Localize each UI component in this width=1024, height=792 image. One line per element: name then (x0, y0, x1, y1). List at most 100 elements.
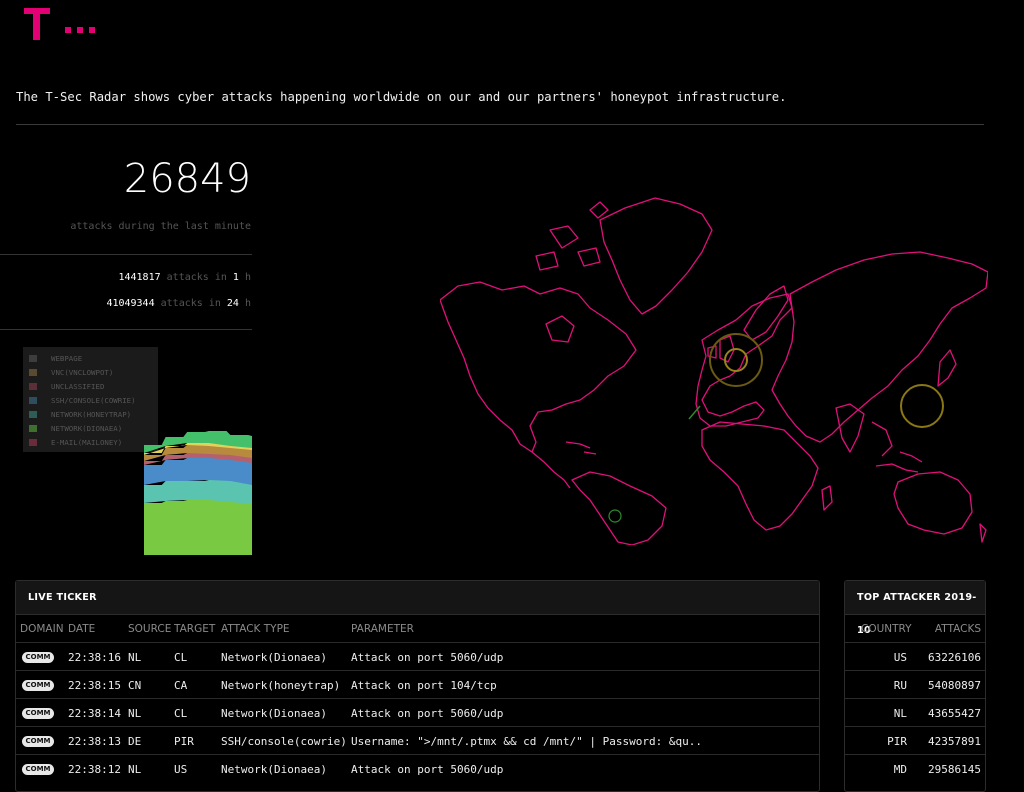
cell-source: NL (128, 763, 142, 776)
cell-parameter: Attack on port 5060/udp (351, 651, 504, 664)
attacks-last-minute-value: 26849 (123, 156, 251, 202)
column-header-date[interactable]: DATE (68, 623, 95, 635)
legend-label: WEBPAGE (51, 354, 83, 363)
attack-type-area-chart (144, 431, 252, 555)
cell-country: PIR (887, 735, 907, 748)
world-attack-map[interactable] (440, 190, 988, 545)
attack-ring-asia[interactable] (900, 384, 944, 428)
scandinavia-outline (743, 285, 789, 341)
asia-outline (771, 251, 988, 443)
cell-date: 22:38:13 (68, 735, 121, 748)
column-header-target[interactable]: TARGET (174, 623, 215, 635)
legend-item[interactable]: WEBPAGE (29, 354, 83, 363)
cell-target: PIR (174, 735, 194, 748)
column-header-country[interactable]: COUNTRY (861, 623, 912, 635)
cell-country: MD (893, 763, 907, 776)
cell-attack-type: SSH/console(cowrie) (221, 735, 347, 748)
area-series-ssh-console-cowrie-[interactable] (144, 458, 252, 485)
stat-day-value: 41049344 (106, 298, 155, 309)
table-row[interactable]: PIR 42357891 (845, 726, 985, 755)
table-row[interactable]: COMM 22:38:14 NL CL Network(Dionaea) Att… (16, 698, 819, 727)
cell-date: 22:38:12 (68, 763, 121, 776)
attack-ring-south-america[interactable] (608, 509, 622, 523)
live-ticker-panel: LIVE TICKER DOMAIN DATE SOURCE TARGET AT… (15, 580, 820, 792)
table-row[interactable]: COMM 22:38:15 CN CA Network(honeytrap) A… (16, 670, 819, 699)
table-row[interactable]: COMM 22:38:12 NL US Network(Dionaea) Att… (16, 754, 819, 783)
legend-label: SSH/CONSOLE(COWRIE) (51, 396, 136, 405)
legend-swatch (29, 425, 37, 432)
cell-parameter: Username: ">/mnt/.ptmx && cd /mnt/" | Pa… (351, 735, 702, 748)
stat-day-n: 24 (226, 298, 239, 309)
legend-item[interactable]: NETWORK(HONEYTRAP) (29, 410, 132, 419)
column-header-parameter[interactable]: PARAMETER (351, 623, 414, 635)
attack-ring-europe[interactable] (709, 333, 763, 387)
divider (0, 329, 252, 330)
top-attacker-title: TOP ATTACKER 2019-10 (845, 581, 985, 636)
attacks-last-minute-caption: attacks during the last minute (70, 221, 251, 232)
stat-row-day: 41049344 attacks in 24 h (0, 298, 251, 309)
cell-country: RU (893, 679, 907, 692)
table-row[interactable]: RU 54080897 (845, 670, 985, 699)
north-america-outline (440, 281, 637, 453)
india-outline (835, 403, 865, 453)
legend-label: E-MAIL(MAILONEY) (51, 438, 123, 447)
se-asia-outline (871, 421, 923, 473)
legend-label: NETWORK(DIONAEA) (51, 424, 123, 433)
logo-dot (77, 27, 83, 33)
cell-source: DE (128, 735, 142, 748)
legend-item[interactable]: UNCLASSIFIED (29, 382, 105, 391)
legend-item[interactable]: VNC(VNCLOWPOT) (29, 368, 113, 377)
stat-hour-n: 1 (232, 272, 239, 283)
central-america-outline (531, 441, 597, 489)
table-row[interactable]: COMM 22:38:16 NL CL Network(Dionaea) Att… (16, 642, 819, 671)
logo-dot (65, 27, 71, 33)
legend-swatch (29, 411, 37, 418)
legend-swatch (29, 369, 37, 376)
legend-swatch (29, 439, 37, 446)
divider (0, 254, 252, 255)
table-row[interactable]: NL 43655427 (845, 698, 985, 727)
africa-outline (701, 421, 819, 531)
area-series-network-dionaea-[interactable] (144, 500, 252, 555)
cell-attack-type: Network(Dionaea) (221, 651, 327, 664)
cell-parameter: Attack on port 104/tcp (351, 679, 497, 692)
legend-label: UNCLASSIFIED (51, 382, 105, 391)
legend-label: NETWORK(HONEYTRAP) (51, 410, 132, 419)
legend-swatch (29, 383, 37, 390)
chart-legend: WEBPAGE VNC(VNCLOWPOT) UNCLASSIFIED SSH/… (23, 347, 158, 452)
cell-source: CN (128, 679, 142, 692)
column-header-domain[interactable]: DOMAIN (20, 623, 64, 635)
cell-country: NL (893, 707, 907, 720)
stat-hour-text: attacks in (166, 272, 227, 283)
cell-source: NL (128, 707, 142, 720)
legend-item[interactable]: NETWORK(DIONAEA) (29, 424, 123, 433)
telekom-logo[interactable] (24, 8, 95, 42)
legend-item[interactable]: SSH/CONSOLE(COWRIE) (29, 396, 136, 405)
cell-date: 22:38:14 (68, 707, 121, 720)
table-row[interactable]: US 63226106 (845, 642, 985, 671)
table-row[interactable]: COMM 22:38:13 DE PIR SSH/console(cowrie)… (16, 726, 819, 755)
cell-attacks: 63226106 (928, 651, 981, 664)
column-header-source[interactable]: SOURCE (128, 623, 171, 635)
domain-badge: COMM (22, 652, 54, 663)
stat-hour-value: 1441817 (118, 272, 161, 283)
logo-t-stem (33, 8, 40, 40)
cell-source: NL (128, 651, 142, 664)
cell-attacks: 29586145 (928, 763, 981, 776)
cell-parameter: Attack on port 5060/udp (351, 763, 504, 776)
arctic-islands-outline (535, 201, 609, 271)
table-row[interactable]: MD 29586145 (845, 754, 985, 783)
column-header-attacks[interactable]: ATTACKS (935, 623, 981, 635)
japan-outline (937, 349, 957, 387)
madagascar-outline (821, 485, 833, 511)
domain-badge: COMM (22, 736, 54, 747)
cell-country: US (893, 651, 907, 664)
column-header-attack-type[interactable]: ATTACK TYPE (221, 623, 290, 635)
cell-target: CL (174, 707, 188, 720)
hudson-bay-outline (545, 315, 575, 343)
domain-badge: COMM (22, 708, 54, 719)
legend-item[interactable]: E-MAIL(MAILONEY) (29, 438, 123, 447)
new-zealand-outline (979, 523, 987, 543)
cell-target: CA (174, 679, 188, 692)
legend-swatch (29, 355, 37, 362)
